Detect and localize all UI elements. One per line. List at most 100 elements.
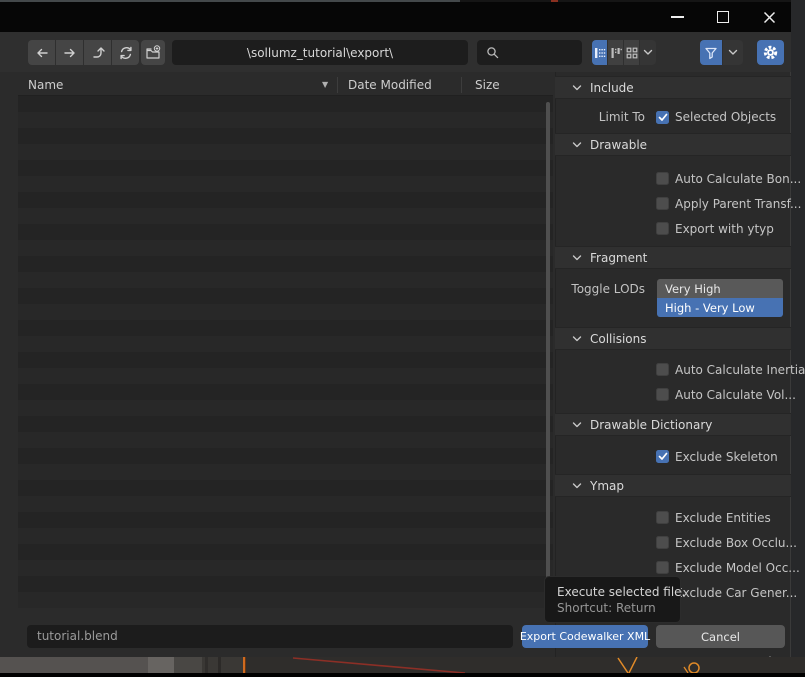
cancel-button[interactable]: Cancel — [656, 625, 785, 648]
exclude-box-occluders-checkbox[interactable] — [656, 536, 669, 549]
lod-option-high-very-low[interactable]: High - Very Low — [657, 298, 783, 317]
chevron-down-icon — [572, 254, 582, 262]
filename-input[interactable]: tutorial.blend — [27, 625, 513, 648]
exclude-entities-checkbox[interactable] — [656, 511, 669, 524]
window-close-button[interactable] — [754, 2, 784, 32]
option-row: Auto Calculate Inertia — [555, 357, 791, 382]
chevron-down-icon — [643, 49, 653, 56]
filter-funnel-icon — [704, 46, 718, 60]
section-header-drawable[interactable]: Drawable — [555, 133, 791, 156]
back-button[interactable] — [28, 40, 55, 65]
refresh-button[interactable] — [112, 40, 139, 65]
view-horizontal-list-button[interactable] — [608, 40, 623, 65]
selected-objects-checkbox[interactable] — [656, 111, 669, 124]
column-header-date-modified[interactable]: Date Modified — [348, 78, 432, 92]
checkbox-label: Apply Parent Transf... — [675, 197, 801, 211]
section-header-include[interactable]: Include — [555, 76, 791, 99]
chevron-down-icon — [572, 84, 582, 92]
parent-directory-button[interactable] — [84, 40, 111, 65]
window-minimize-button[interactable] — [662, 2, 692, 32]
checkbox-label: Auto Calculate Inertia — [675, 363, 805, 377]
chevron-down-icon — [572, 335, 582, 343]
chevron-down-icon — [572, 421, 582, 429]
new-folder-button[interactable] — [141, 40, 165, 65]
section-header-ymap[interactable]: Ymap — [555, 474, 791, 497]
viewport-strip — [0, 657, 805, 673]
horizontal-list-icon — [610, 47, 622, 59]
chevron-down-icon — [572, 141, 582, 149]
checkbox-label: Exclude Car Gener... — [675, 586, 797, 600]
tooltip: Execute selected file. Shortcut: Return — [544, 576, 681, 623]
file-path-value: \sollumz_tutorial\export\ — [247, 46, 393, 60]
checkbox-label: Exclude Model Occ... — [675, 561, 800, 575]
checkmark-icon — [658, 113, 668, 122]
file-list-scrollbar[interactable] — [546, 102, 550, 582]
window-maximize-button[interactable] — [708, 2, 738, 32]
section-header-collisions[interactable]: Collisions — [555, 327, 791, 350]
close-icon — [763, 11, 776, 24]
section-title: Collisions — [590, 332, 647, 346]
display-settings-dropdown[interactable] — [640, 40, 656, 65]
file-list[interactable] — [18, 95, 553, 608]
filter-toggle-button[interactable] — [700, 40, 722, 65]
export-with-ytyp-checkbox[interactable] — [656, 222, 669, 235]
auto-calculate-volume-checkbox[interactable] — [656, 388, 669, 401]
settings-button[interactable] — [757, 40, 784, 65]
checkbox-label: Exclude Skeleton — [675, 450, 778, 464]
display-mode-group — [592, 40, 656, 65]
tooltip-shortcut: Shortcut: Return — [557, 600, 680, 617]
auto-calculate-bone-checkbox[interactable] — [656, 172, 669, 185]
view-thumbnails-button[interactable] — [624, 40, 639, 65]
apply-parent-transforms-checkbox[interactable] — [656, 197, 669, 210]
column-divider[interactable] — [461, 77, 462, 93]
column-header-name[interactable]: Name — [28, 78, 63, 92]
section-title: Include — [590, 81, 634, 95]
toggle-lods-label: Toggle LODs — [555, 282, 645, 296]
section-header-fragment[interactable]: Fragment — [555, 246, 791, 269]
minimize-icon — [671, 16, 684, 18]
column-header-size[interactable]: Size — [475, 78, 500, 92]
limit-to-label: Limit To — [555, 110, 645, 124]
new-folder-icon — [145, 45, 161, 60]
gear-icon — [762, 44, 779, 61]
view-vertical-list-button[interactable] — [592, 40, 607, 65]
limit-to-row: Limit To Selected Objects — [555, 104, 791, 130]
screen: \sollumz_tutorial\export\ — [0, 0, 805, 673]
option-row: Apply Parent Transf... — [555, 191, 791, 216]
option-row: Exclude Entities — [555, 505, 791, 530]
option-row: Auto Calculate Bon... — [555, 166, 791, 191]
checkbox-label: Selected Objects — [675, 110, 776, 124]
vertical-list-icon — [594, 47, 606, 59]
section-title: Ymap — [590, 479, 624, 493]
filter-dropdown[interactable] — [723, 40, 743, 65]
exclude-skeleton-checkbox[interactable] — [656, 450, 669, 463]
exclude-model-occluders-checkbox[interactable] — [656, 561, 669, 574]
section-title: Drawable Dictionary — [590, 418, 712, 432]
lod-option-very-high[interactable]: Very High — [657, 279, 783, 298]
navigation-button-group — [28, 40, 139, 65]
export-codewalker-xml-button[interactable]: Export Codewalker XML — [522, 625, 648, 648]
chevron-down-icon — [728, 49, 738, 56]
auto-calculate-inertia-checkbox[interactable] — [656, 363, 669, 376]
search-input[interactable] — [477, 40, 582, 65]
section-title: Fragment — [590, 251, 647, 265]
checkbox-label: Export with ytyp — [675, 222, 774, 236]
chevron-down-icon — [572, 482, 582, 490]
refresh-icon — [118, 45, 134, 61]
search-icon — [485, 45, 500, 60]
column-divider[interactable] — [337, 77, 338, 93]
up-arrow-icon — [90, 45, 106, 60]
maximize-icon — [717, 11, 729, 23]
tooltip-description: Execute selected file. — [557, 584, 680, 600]
option-row: Exclude Skeleton — [555, 444, 791, 469]
sort-indicator-icon[interactable]: ▼ — [322, 80, 328, 89]
lod-toggle-group: Very High High - Very Low — [657, 279, 783, 317]
option-row: Exclude Box Occlu... — [555, 530, 791, 555]
thumbnails-grid-icon — [626, 47, 638, 59]
forward-arrow-icon — [62, 46, 78, 60]
forward-button[interactable] — [56, 40, 83, 65]
checkbox-label: Auto Calculate Vol... — [675, 388, 796, 402]
file-path-input[interactable]: \sollumz_tutorial\export\ — [172, 40, 468, 65]
option-row: Auto Calculate Vol... — [555, 382, 791, 407]
section-header-drawable-dictionary[interactable]: Drawable Dictionary — [555, 413, 791, 436]
